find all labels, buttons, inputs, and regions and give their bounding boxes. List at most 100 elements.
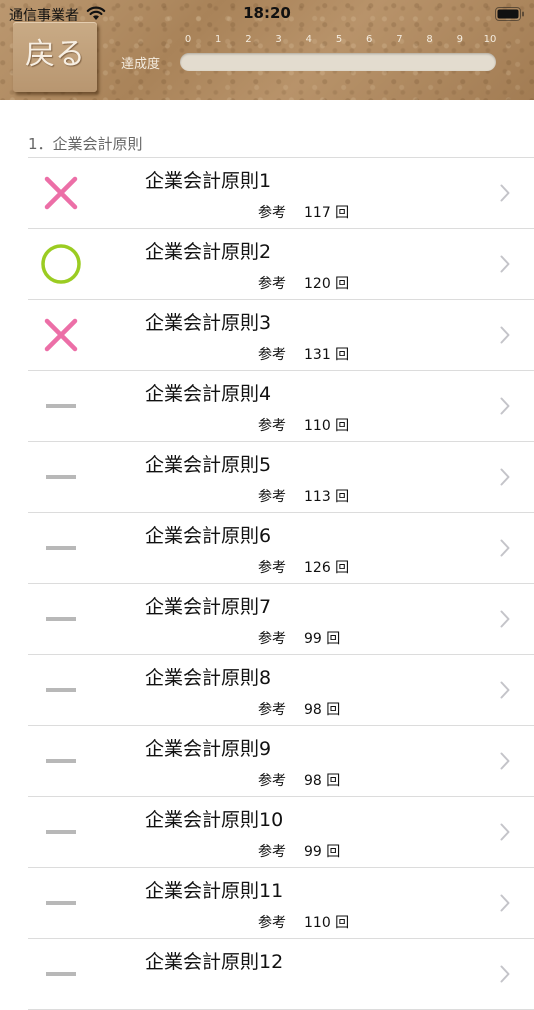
- list-item[interactable]: 企業会計原則10 参考 99 回: [28, 797, 534, 868]
- scale-tick: 3: [275, 34, 282, 45]
- progress-label: 達成度: [121, 57, 161, 72]
- item-reference: 参考 98 回: [258, 699, 340, 719]
- item-reference: 参考 99 回: [258, 628, 340, 648]
- chevron-right-icon: [500, 752, 510, 770]
- item-title: 企業会計原則7: [145, 596, 272, 618]
- unanswered-mark-icon: [46, 617, 76, 621]
- reference-count: 98 回: [304, 702, 341, 718]
- item-reference: [258, 983, 276, 999]
- chevron-right-icon: [500, 539, 510, 557]
- unanswered-mark-icon: [46, 546, 76, 550]
- chevron-right-icon: [500, 184, 510, 202]
- item-title: 企業会計原則8: [145, 667, 272, 689]
- reference-label: 参考: [258, 631, 286, 647]
- reference-label: 参考: [258, 702, 286, 718]
- reference-count: 110 回: [304, 418, 350, 434]
- unanswered-mark-icon: [46, 759, 76, 763]
- item-reference: 参考 98 回: [258, 770, 340, 790]
- reference-label: 参考: [258, 276, 286, 292]
- reference-count: 131 回: [304, 347, 350, 363]
- header: 通信事業者 18:20 戻る 0 1 2 3 4 5 6 7 8 9 10 達成度: [0, 0, 534, 100]
- list-item[interactable]: 企業会計原則3 参考 131 回: [28, 300, 534, 371]
- item-title: 企業会計原則4: [145, 383, 272, 405]
- scale-tick: 7: [396, 34, 403, 45]
- scale-tick: 0: [184, 34, 192, 45]
- list-item[interactable]: 企業会計原則4 参考 110 回: [28, 371, 534, 442]
- item-reference: 参考 120 回: [258, 273, 349, 293]
- wrong-mark-icon: [44, 318, 78, 352]
- item-title: 企業会計原則9: [145, 738, 272, 760]
- chevron-right-icon: [500, 397, 510, 415]
- reference-label: 参考: [258, 489, 286, 505]
- item-title: 企業会計原則2: [145, 241, 272, 263]
- item-title: 企業会計原則1: [145, 170, 272, 192]
- reference-label: 参考: [258, 418, 286, 434]
- correct-mark-icon: [41, 244, 81, 284]
- wrong-mark-icon: [44, 176, 78, 210]
- reference-count: 120 回: [304, 276, 350, 292]
- unanswered-mark-icon: [46, 901, 76, 905]
- item-title: 企業会計原則3: [145, 312, 272, 334]
- chevron-right-icon: [500, 894, 510, 912]
- chevron-right-icon: [500, 610, 510, 628]
- list-item[interactable]: 企業会計原則8 参考 98 回: [28, 655, 534, 726]
- item-reference: 参考 110 回: [258, 912, 349, 932]
- unanswered-mark-icon: [46, 688, 76, 692]
- item-reference: 参考 99 回: [258, 841, 340, 861]
- list-item[interactable]: 企業会計原則6 参考 126 回: [28, 513, 534, 584]
- reference-count: 126 回: [304, 560, 350, 576]
- chevron-right-icon: [500, 468, 510, 486]
- progress-bar: [180, 53, 496, 71]
- chevron-right-icon: [500, 681, 510, 699]
- chevron-right-icon: [500, 965, 510, 983]
- unanswered-mark-icon: [46, 830, 76, 834]
- reference-label: 参考: [258, 915, 286, 931]
- back-button[interactable]: 戻る: [13, 22, 97, 92]
- scale-tick: 1: [215, 34, 222, 45]
- list-item[interactable]: 企業会計原則5 参考 113 回: [28, 442, 534, 513]
- unanswered-mark-icon: [46, 404, 76, 408]
- battery-icon: [495, 7, 524, 21]
- chevron-right-icon: [500, 255, 510, 273]
- reference-count: 117 回: [304, 205, 350, 221]
- question-list: 企業会計原則1 参考 117 回 企業会計原則2 参考 120 回 企業会計原則3 …: [0, 158, 534, 1010]
- list-item[interactable]: 企業会計原則2 参考 120 回: [28, 229, 534, 300]
- reference-count: 99 回: [304, 844, 341, 860]
- unanswered-mark-icon: [46, 475, 76, 479]
- list-item[interactable]: 企業会計原則7 参考 99 回: [28, 584, 534, 655]
- item-title: 企業会計原則11: [145, 880, 284, 902]
- scale-tick: 6: [366, 34, 373, 45]
- item-title: 企業会計原則12: [145, 951, 284, 973]
- item-title: 企業会計原則5: [145, 454, 272, 476]
- scale-tick: 9: [456, 34, 463, 45]
- scale-tick: 2: [245, 34, 252, 45]
- reference-count: 110 回: [304, 915, 350, 931]
- reference-label: 参考: [258, 347, 286, 363]
- reference-label: 参考: [258, 844, 286, 860]
- scale-tick: 4: [305, 34, 312, 45]
- list-item[interactable]: 企業会計原則11 参考 110 回: [28, 868, 534, 939]
- reference-count: 113 回: [304, 489, 350, 505]
- item-title: 企業会計原則6: [145, 525, 272, 547]
- reference-count: 99 回: [304, 631, 341, 647]
- reference-count: 98 回: [304, 773, 341, 789]
- scale-tick: 8: [426, 34, 433, 45]
- unanswered-mark-icon: [46, 972, 76, 976]
- progress-scale: 0 1 2 3 4 5 6 7 8 9 10: [176, 34, 497, 48]
- item-title: 企業会計原則10: [145, 809, 284, 831]
- chevron-right-icon: [500, 823, 510, 841]
- item-reference: 参考 126 回: [258, 557, 349, 577]
- item-reference: 参考 113 回: [258, 486, 349, 506]
- reference-label: 参考: [258, 773, 286, 789]
- item-reference: 参考 131 回: [258, 344, 349, 364]
- list-item[interactable]: 企業会計原則1 参考 117 回: [28, 158, 534, 229]
- scale-tick: 5: [335, 34, 343, 45]
- reference-label: 参考: [258, 205, 286, 221]
- reference-label: 参考: [258, 560, 286, 576]
- item-reference: 参考 110 回: [258, 415, 349, 435]
- clock: 18:20: [243, 4, 291, 22]
- list-item[interactable]: 企業会計原則9 参考 98 回: [28, 726, 534, 797]
- item-reference: 参考 117 回: [258, 202, 349, 222]
- chevron-right-icon: [500, 326, 510, 344]
- section-title: 1．企業会計原則: [28, 135, 143, 153]
